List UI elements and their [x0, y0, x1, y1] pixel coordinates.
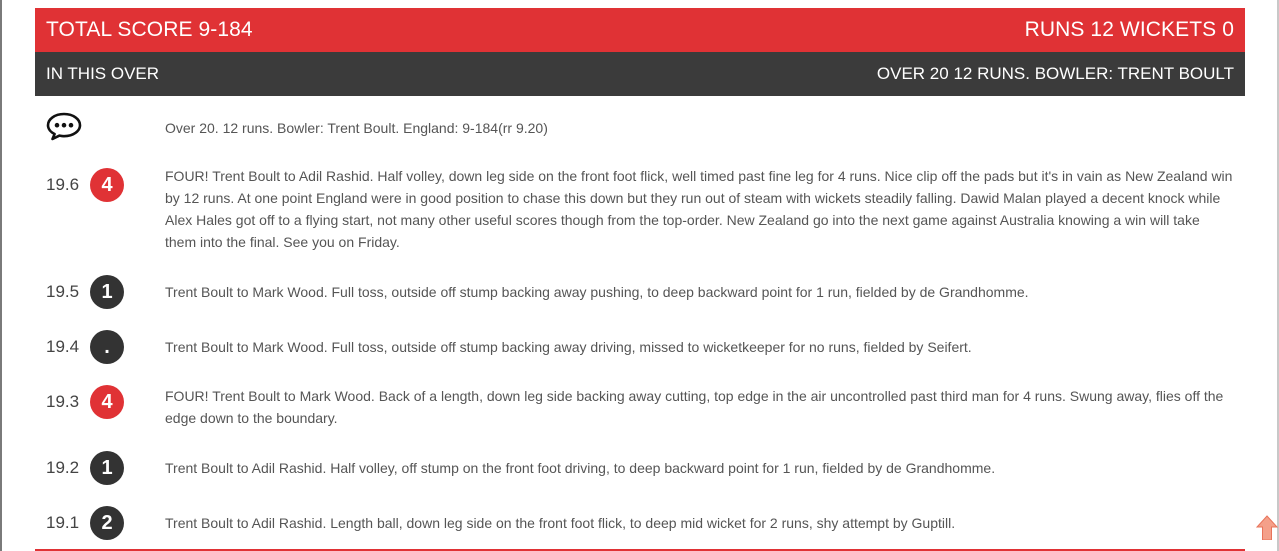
total-score: TOTAL SCORE 9-184	[46, 18, 253, 41]
ball-commentary-text: FOUR! Trent Boult to Adil Rashid. Half v…	[165, 168, 1233, 250]
over-number: 19.2	[46, 458, 80, 477]
over-summary-label: OVER 20 12 RUNS. BOWLER: TRENT BOULT	[876, 64, 1234, 83]
ball-result-badge: 4	[90, 385, 124, 419]
ball-commentary-text: Trent Boult to Mark Wood. Full toss, out…	[165, 339, 972, 355]
over-number: 19.1	[46, 513, 80, 532]
score-header: TOTAL SCORE 9-184 RUNS 12 WICKETS 0	[35, 8, 1245, 52]
over-header: IN THIS OVER OVER 20 12 RUNS. BOWLER: TR…	[35, 52, 1245, 96]
ball-result-badge: .	[90, 330, 124, 364]
ball-result-badge: 2	[90, 506, 124, 540]
window-left-border	[0, 0, 2, 551]
ball-result-badge: 4	[90, 168, 124, 202]
ball-row: 19.3 4 FOUR! Trent Boult to Mark Wood. B…	[35, 385, 1245, 429]
ball-row: 19.5 1 Trent Boult to Mark Wood. Full to…	[35, 275, 1245, 309]
over-number: 19.6	[46, 175, 80, 194]
ball-row: 19.6 4 FOUR! Trent Boult to Adil Rashid.…	[35, 165, 1245, 253]
over-number: 19.3	[46, 392, 80, 411]
over-summary-text: Over 20. 12 runs. Bowler: Trent Boult. E…	[165, 120, 548, 136]
arrow-up-icon	[1255, 515, 1279, 544]
ball-commentary-text: Trent Boult to Mark Wood. Full toss, out…	[165, 284, 1029, 300]
in-this-over-label: IN THIS OVER	[46, 64, 160, 83]
scroll-to-top-button[interactable]	[1255, 514, 1279, 541]
ball-row: 19.1 2 Trent Boult to Adil Rashid. Lengt…	[35, 506, 1245, 540]
ball-result-badge: 1	[90, 451, 124, 485]
ball-commentary-text: Trent Boult to Adil Rashid. Length ball,…	[165, 515, 956, 531]
ball-commentary-text: FOUR! Trent Boult to Mark Wood. Back of …	[165, 388, 1224, 426]
over-number: 19.4	[46, 337, 80, 356]
over-runs-wickets: RUNS 12 WICKETS 0	[1024, 18, 1234, 41]
over-number: 19.5	[46, 282, 80, 301]
over-summary-row: Over 20. 12 runs. Bowler: Trent Boult. E…	[35, 111, 1245, 145]
ball-commentary-text: Trent Boult to Adil Rashid. Half volley,…	[165, 460, 996, 476]
ball-row: 19.2 1 Trent Boult to Adil Rashid. Half …	[35, 451, 1245, 485]
ball-result-badge: 1	[90, 275, 124, 309]
ball-row: 19.4 . Trent Boult to Mark Wood. Full to…	[35, 330, 1245, 364]
speech-bubble-icon	[46, 111, 82, 146]
live-commentary-panel: TOTAL SCORE 9-184 RUNS 12 WICKETS 0 IN T…	[35, 8, 1245, 540]
